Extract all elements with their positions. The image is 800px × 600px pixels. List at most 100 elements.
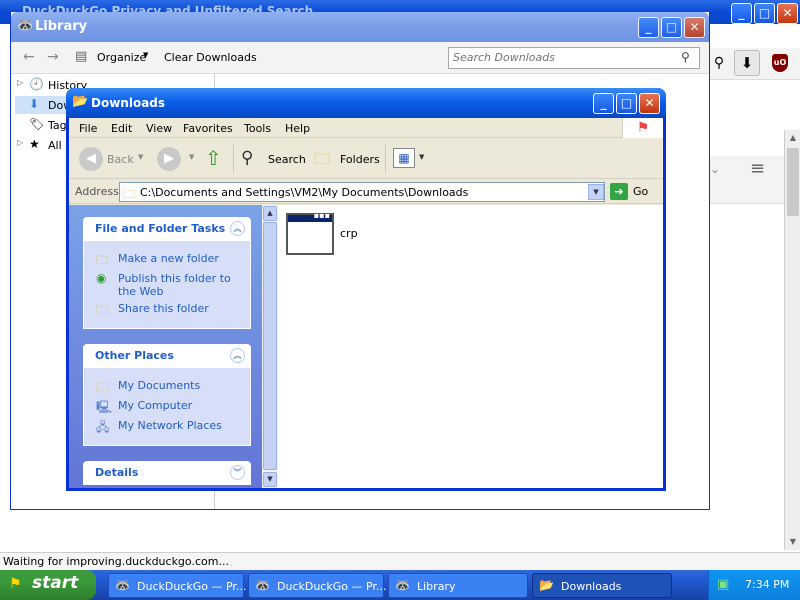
search-icon[interactable]: ⚲ (708, 52, 730, 74)
other-places-body: 🗀 My Documents 🖳 My Computer 🖧 My Networ… (83, 368, 251, 446)
dropdown-arrow-icon[interactable]: ▼ (419, 153, 424, 161)
forward-arrow-icon[interactable]: ▶ (157, 147, 181, 171)
taskbar-button-label: DuckDuckGo — Pr... (277, 580, 387, 593)
folders-icon[interactable]: 🗀 (314, 148, 330, 175)
menu-favorites[interactable]: Favorites (183, 122, 233, 135)
menu-tools[interactable]: Tools (244, 122, 271, 135)
organize-button[interactable]: Organize (97, 51, 146, 64)
explorer-maximize-button[interactable]: □ (616, 93, 637, 114)
library-maximize-button[interactable]: □ (661, 17, 682, 38)
tasks-scrollbar[interactable]: ▲ ▼ (262, 205, 278, 488)
dropdown-arrow-icon[interactable]: ▼ (138, 153, 143, 161)
scroll-up-icon[interactable]: ▲ (785, 130, 800, 146)
expand-triangle-icon[interactable]: ▷ (17, 138, 23, 147)
taskbar-button-label: DuckDuckGo — Pr... (137, 580, 247, 593)
library-title: Library (35, 19, 88, 34)
chevron-down-icon[interactable]: ▼ (588, 184, 604, 200)
search-downloads-input[interactable] (453, 51, 673, 64)
menu-file[interactable]: File (79, 122, 97, 135)
browser-maximize-button[interactable]: □ (754, 3, 775, 24)
taskbar-button-duckduckgo-1[interactable]: 🦝 DuckDuckGo — Pr... (108, 573, 247, 598)
folder-icon: 🗀 (123, 187, 136, 201)
browser-close-button[interactable]: ✕ (777, 3, 798, 24)
download-icon[interactable]: ⬇ (734, 50, 760, 76)
scroll-down-icon[interactable]: ▼ (785, 534, 800, 550)
back-arrow-icon[interactable]: ◀ (79, 147, 103, 171)
expand-triangle-icon[interactable]: ▷ (17, 78, 23, 87)
browser-menu-strip: ⌄ ≡ (706, 156, 786, 204)
scroll-up-icon[interactable]: ▲ (263, 206, 277, 221)
browser-status-bar: Waiting for improving.duckduckgo.com... (0, 552, 800, 570)
taskbar-button-duckduckgo-2[interactable]: 🦝 DuckDuckGo — Pr... (248, 573, 387, 598)
search-icon[interactable]: ⚲ (241, 148, 253, 168)
scroll-thumb[interactable] (787, 148, 799, 216)
collapse-chevron-icon[interactable]: ︽ (230, 221, 245, 236)
task-share-folder[interactable]: 🗀 Share this folder (96, 301, 246, 317)
menu-edit[interactable]: Edit (111, 122, 132, 135)
explorer-close-button[interactable]: ✕ (639, 93, 660, 114)
taskbar-button-label: Downloads (561, 580, 622, 593)
chevron-down-icon[interactable]: ⌄ (710, 162, 720, 176)
views-icon[interactable]: ▦ (393, 148, 415, 168)
back-arrow-icon[interactable]: ← (23, 49, 35, 65)
ublock-icon[interactable]: uO (772, 54, 788, 72)
library-titlebar[interactable]: 🦝 Library _ □ ✕ (11, 12, 709, 42)
explorer-minimize-button[interactable]: _ (593, 93, 614, 114)
library-close-button[interactable]: ✕ (684, 17, 705, 38)
toolbar-separator (233, 145, 234, 173)
downloads-explorer-window: 📂 Downloads _ □ ✕ File Edit View Favorit… (66, 88, 666, 491)
explorer-titlebar[interactable]: 📂 Downloads _ □ ✕ (66, 88, 666, 118)
dropdown-arrow-icon[interactable]: ▼ (143, 51, 148, 59)
windows-logo-icon: ⚑ (9, 576, 22, 592)
place-my-computer[interactable]: 🖳 My Computer (96, 398, 246, 414)
organize-icon[interactable]: ▤ (75, 49, 87, 64)
place-my-documents[interactable]: 🗀 My Documents (96, 378, 246, 394)
clock[interactable]: 7:34 PM (745, 578, 789, 591)
scroll-thumb[interactable] (263, 222, 277, 470)
scroll-down-icon[interactable]: ▼ (263, 472, 277, 487)
taskbar-button-downloads[interactable]: 📂 Downloads (532, 573, 672, 598)
taskbar: ⚑ start 🦝 DuckDuckGo — Pr... 🦝 DuckDuckG… (0, 570, 800, 600)
clear-downloads-button[interactable]: Clear Downloads (164, 51, 257, 64)
folders-button[interactable]: Folders (340, 153, 380, 166)
library-search[interactable]: ⚲ (448, 47, 700, 69)
address-input[interactable] (140, 186, 580, 199)
my-computer-icon: 🖳 (96, 400, 113, 414)
menu-help[interactable]: Help (285, 122, 310, 135)
address-bar: Address 🗀 ▼ ➜ Go (69, 180, 663, 204)
start-button[interactable]: ⚑ start (0, 570, 96, 600)
file-item[interactable]: ▪▪▪ crp (286, 211, 386, 263)
forward-arrow-icon[interactable]: → (47, 49, 59, 65)
taskbar-button-library[interactable]: 🦝 Library (388, 573, 528, 598)
hamburger-menu-icon[interactable]: ≡ (750, 158, 765, 179)
place-my-network-places[interactable]: 🖧 My Network Places (96, 418, 246, 434)
place-label: My Documents (118, 379, 201, 392)
search-button[interactable]: Search (268, 153, 306, 166)
back-button[interactable]: Back (107, 153, 134, 166)
folder-icon: 📂 (72, 94, 89, 109)
dropdown-arrow-icon[interactable]: ▼ (189, 153, 194, 161)
menu-view[interactable]: View (146, 122, 172, 135)
library-minimize-button[interactable]: _ (638, 17, 659, 38)
details-header[interactable]: Details ︾ (83, 461, 251, 485)
browser-minimize-button[interactable]: _ (731, 3, 752, 24)
file-folder-tasks-header[interactable]: File and Folder Tasks ︽ (83, 217, 251, 241)
my-documents-icon: 🗀 (96, 380, 109, 394)
file-list-area: ▪▪▪ crp (278, 205, 663, 488)
network-icon[interactable]: ▣ (717, 577, 729, 592)
collapse-chevron-icon[interactable]: ︽ (230, 348, 245, 363)
task-publish-folder[interactable]: ◉ Publish this folder to the Web (96, 271, 246, 299)
browser-scrollbar[interactable]: ▲ ▼ (784, 130, 800, 550)
other-places-header[interactable]: Other Places ︽ (83, 344, 251, 368)
search-icon[interactable]: ⚲ (681, 50, 690, 64)
panel-title: Other Places (95, 349, 174, 362)
expand-chevron-icon[interactable]: ︾ (230, 465, 245, 480)
go-button[interactable]: Go (633, 185, 648, 198)
address-box[interactable]: 🗀 ▼ (119, 182, 605, 202)
raccoon-icon: 🦝 (395, 578, 410, 592)
explorer-menubar: File Edit View Favorites Tools Help ⚑ (69, 118, 663, 138)
task-label: Share this folder (118, 302, 209, 315)
go-arrow-icon[interactable]: ➜ (610, 183, 628, 200)
up-folder-icon[interactable]: ⇧ (205, 146, 222, 170)
task-make-new-folder[interactable]: 🗀 Make a new folder (96, 251, 246, 267)
